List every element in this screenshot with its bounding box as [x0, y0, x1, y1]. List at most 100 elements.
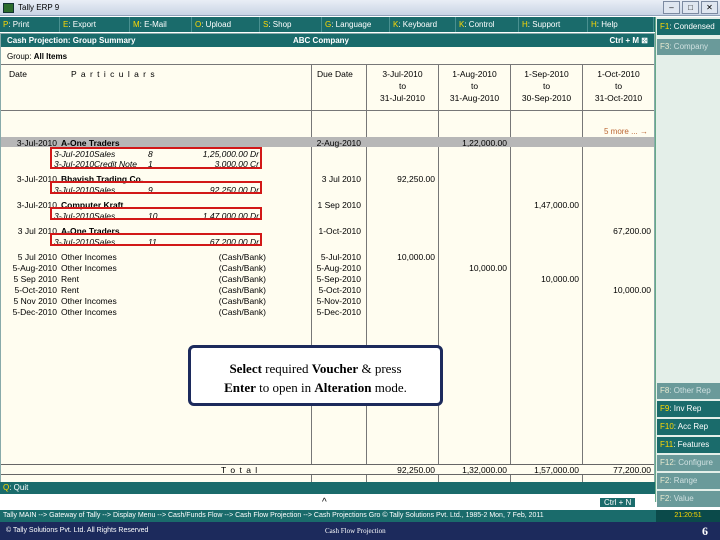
period-amount-3: 10,000.00	[541, 274, 579, 284]
col-date: Date	[9, 69, 27, 79]
highlight-box-computer-kraft-voucher	[50, 207, 262, 220]
ledger-name[interactable]: Other Incomes	[61, 263, 117, 274]
ledger-name[interactable]: Other Incomes	[61, 307, 117, 318]
quit-button[interactable]: Q: Quit	[3, 483, 28, 492]
payment-mode: (Cash/Bank)	[218, 296, 266, 306]
due-date: 3 Jul 2010	[321, 174, 361, 184]
row-date: 3-Jul-2010	[16, 138, 57, 148]
bottom-command-bar: Q: Quit	[0, 482, 655, 494]
period-amount-3: 1,47,000.00	[534, 200, 579, 210]
report-title: Cash Projection: Group Summary	[7, 36, 136, 45]
more-columns-link[interactable]: 5 more ... →	[604, 127, 648, 136]
right-button-6[interactable]: F12: Configure	[657, 455, 720, 471]
topbar-button-1[interactable]: E: Export	[60, 17, 130, 32]
report-header: Cash Projection: Group Summary ABC Compa…	[1, 34, 654, 47]
window-titlebar: Tally ERP 9 – □ ✕	[0, 0, 720, 16]
due-date: 5-Jul-2010	[320, 252, 361, 262]
topbar-button-5[interactable]: G: Language	[322, 17, 390, 32]
col-due-date: Due Date	[317, 69, 353, 79]
group-label: Group:	[7, 52, 32, 61]
col-particulars: P a r t i c u l a r s	[71, 69, 156, 79]
topbar-button-6[interactable]: K: Keyboard	[390, 17, 456, 32]
group-name[interactable]: All Items	[34, 52, 67, 61]
total-p4: 77,200.00	[613, 465, 651, 475]
right-button-7[interactable]: F2: Range	[657, 473, 720, 489]
row-date: 3 Jul 2010	[17, 226, 57, 236]
footer-topic: Cash Flow Projection	[325, 527, 386, 535]
right-button-4[interactable]: F10: Acc Rep	[657, 419, 720, 435]
right-button-2[interactable]: F8: Other Rep	[657, 383, 720, 399]
total-p3: 1,57,000.00	[534, 465, 579, 475]
ledger-name[interactable]: Rent	[61, 274, 79, 285]
right-button-panel: F1: Condensed F3: Company F8: Other Rep F9:…	[655, 17, 720, 507]
due-date: 5-Sep-2010	[316, 274, 361, 284]
period-amount-4: 10,000.00	[613, 285, 651, 295]
company-name: ABC Company	[293, 36, 350, 45]
instruction-callout: Select required Voucher & press Enter to…	[188, 345, 443, 406]
topbar-button-2[interactable]: M: E-Mail	[130, 17, 192, 32]
row-date: 5-Aug-2010	[12, 263, 57, 273]
due-date: 5-Nov-2010	[316, 296, 361, 306]
report-area: Cash Projection: Group Summary ABC Compa…	[0, 33, 655, 494]
close-window-button[interactable]: ✕	[701, 1, 718, 14]
topbar-button-4[interactable]: S: Shop	[260, 17, 322, 32]
topbar-button-3[interactable]: O: Upload	[192, 17, 260, 32]
row-date: 5-Dec-2010	[12, 307, 57, 317]
due-date: 1 Sep 2010	[317, 200, 361, 210]
row-date: 5-Oct-2010	[14, 285, 57, 295]
right-button-0[interactable]: F1: Condensed	[657, 19, 720, 35]
col-period-1: 1-Aug-2010 to 31-Aug-2010	[449, 69, 500, 103]
right-button-5[interactable]: F11: Features	[657, 437, 720, 453]
topbar-button-8[interactable]: H: Support Centre	[519, 17, 588, 44]
window-title: Tally ERP 9	[18, 3, 60, 12]
ctrl-n-shortcut[interactable]: Ctrl + N	[600, 498, 636, 507]
payment-mode: (Cash/Bank)	[218, 252, 266, 262]
highlight-box-a-one-vouchers	[50, 147, 262, 169]
close-report-icon[interactable]: ⊠	[641, 36, 648, 45]
total-p1: 92,250.00	[397, 465, 435, 475]
row-date: 5 Jul 2010	[17, 252, 57, 262]
highlight-box-bhavish-voucher	[50, 181, 262, 194]
group-selector: Group: All Items	[7, 52, 67, 61]
maximize-button[interactable]: □	[682, 1, 699, 14]
period-amount-2: 10,000.00	[469, 263, 507, 273]
ledger-name[interactable]: Other Incomes	[61, 296, 117, 307]
scroll-up-icon[interactable]: ^	[322, 497, 327, 508]
topbar-button-7[interactable]: K: Control Centre	[456, 17, 519, 44]
page-number: 6	[702, 524, 708, 538]
tally-app-icon	[3, 2, 14, 13]
payment-mode: (Cash/Bank)	[218, 274, 266, 284]
ledger-name[interactable]: Other Incomes	[61, 252, 117, 263]
due-date: 5-Aug-2010	[316, 263, 361, 273]
col-period-2: 1-Sep-2010 to 30-Sep-2010	[521, 69, 572, 103]
screen: Tally ERP 9 – □ ✕ P: Print E: Export M: E-…	[0, 0, 720, 540]
row-date: 3-Jul-2010	[16, 200, 57, 210]
due-date: 2-Aug-2010	[316, 138, 361, 148]
right-button-3[interactable]: F9: Inv Rep	[657, 401, 720, 417]
right-button-8[interactable]: F2: Value	[657, 491, 720, 507]
period-amount-4: 67,200.00	[613, 226, 651, 236]
footer-copyright: © Tally Solutions Pvt. Ltd. All Rights R…	[6, 527, 149, 534]
top-command-bar: P: Print E: Export M: E-Mail O: Upload S: Sh…	[0, 17, 655, 44]
total-row: T o t a l 92,250.00 1,32,000.00 1,57,000…	[1, 464, 654, 475]
row-date: 5 Nov 2010	[13, 296, 57, 306]
navigation-path-bar: Tally MAIN --> Gateway of Tally --> Disp…	[0, 510, 720, 522]
header-shortcut: Ctrl + M	[609, 36, 640, 45]
payment-mode: (Cash/Bank)	[218, 263, 266, 273]
payment-mode: (Cash/Bank)	[218, 285, 266, 295]
due-date: 5-Dec-2010	[316, 307, 361, 317]
payment-mode: (Cash/Bank)	[218, 307, 266, 317]
topbar-button-9[interactable]: H: Help	[588, 17, 654, 32]
slide-footer: © Tally Solutions Pvt. Ltd. All Rights R…	[0, 522, 720, 540]
ledger-name[interactable]: Rent	[61, 285, 79, 296]
topbar-button-0[interactable]: P: Print	[0, 17, 60, 32]
due-date: 1-Oct-2010	[318, 226, 361, 236]
period-amount-2: 1,22,000.00	[462, 138, 507, 148]
period-amount-1: 10,000.00	[397, 252, 435, 262]
col-period-3: 1-Oct-2010 to 31-Oct-2010	[594, 69, 643, 103]
minimize-button[interactable]: –	[663, 1, 680, 14]
total-p2: 1,32,000.00	[462, 465, 507, 475]
clock: 21:20:51	[656, 510, 720, 522]
row-date: 5 Sep 2010	[13, 274, 57, 284]
right-button-1[interactable]: F3: Company	[657, 39, 720, 55]
